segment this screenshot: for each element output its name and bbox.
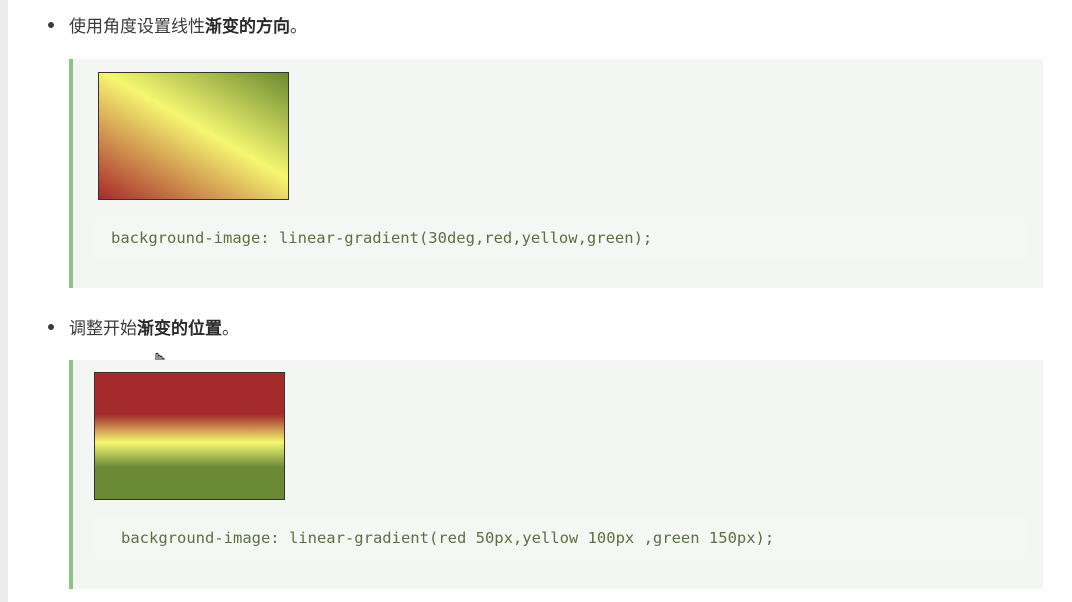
code-text: background-image: linear-gradient(30deg,… <box>111 229 653 247</box>
list-item-plain-text: 调整开始 <box>69 319 137 339</box>
page-left-edge <box>0 0 8 602</box>
list-item-gradient-direction: 使用角度设置线性渐变的方向。 <box>48 12 307 37</box>
list-item-bold-text: 渐变的位置 <box>137 319 222 339</box>
bullet-dot <box>48 21 54 28</box>
code-line: background-image: linear-gradient(red 50… <box>94 517 1026 559</box>
list-item-text: 调整开始渐变的位置。 <box>69 314 239 339</box>
example-block-position: background-image: linear-gradient(red 50… <box>69 360 1043 589</box>
example-block-direction: background-image: linear-gradient(30deg,… <box>69 59 1043 288</box>
list-item-bold-text: 渐变的方向 <box>205 17 290 37</box>
list-item-tail: 。 <box>290 17 307 37</box>
list-item-tail: 。 <box>222 319 239 339</box>
bullet-dot <box>48 323 54 330</box>
code-line: background-image: linear-gradient(30deg,… <box>94 217 1026 259</box>
code-text: background-image: linear-gradient(red 50… <box>121 529 775 547</box>
list-item-gradient-position: 调整开始渐变的位置。 <box>48 314 239 339</box>
gradient-preview-positions <box>94 372 285 500</box>
list-item-text: 使用角度设置线性渐变的方向。 <box>69 12 307 37</box>
list-item-plain-text: 使用角度设置线性 <box>69 17 205 37</box>
gradient-preview-30deg <box>98 72 289 200</box>
